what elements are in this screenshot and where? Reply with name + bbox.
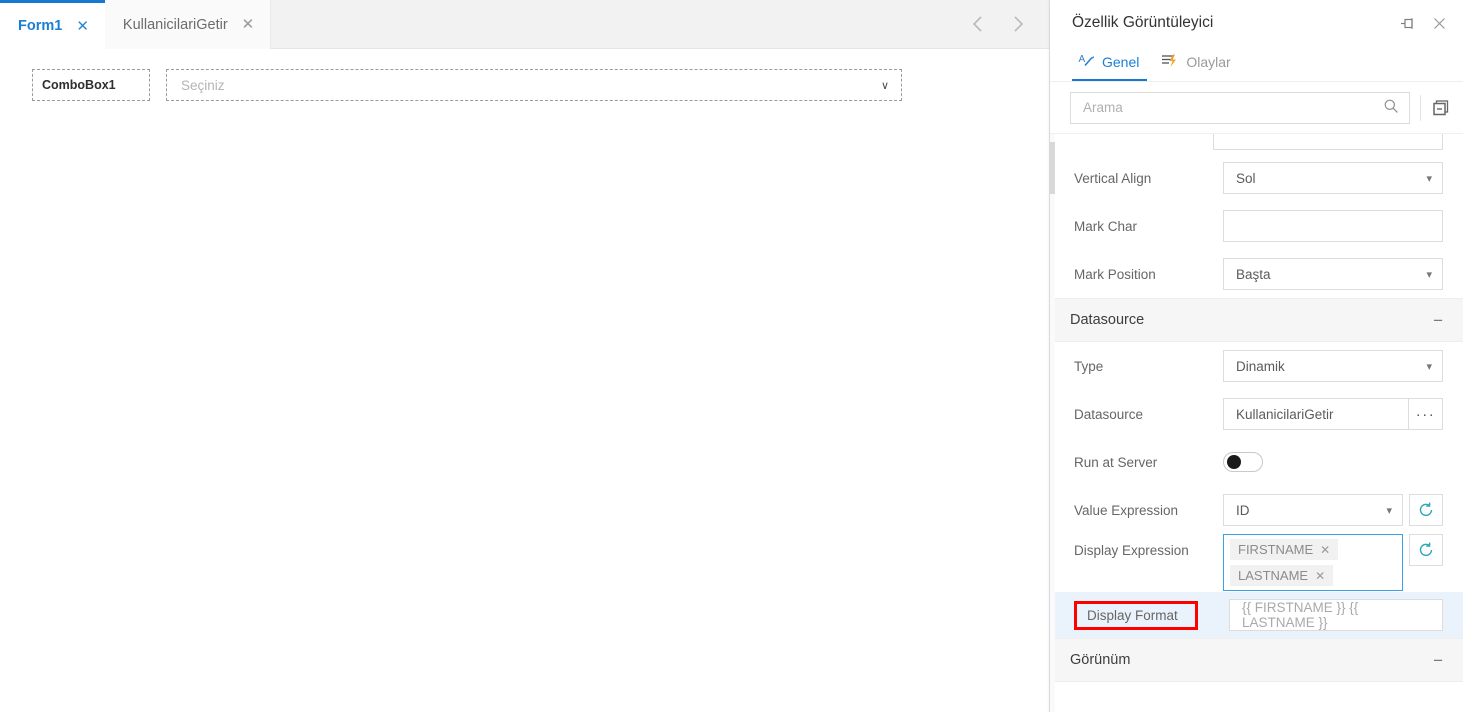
svg-text:A: A xyxy=(1079,54,1086,65)
property-select-mark-position[interactable]: Başta ▾ xyxy=(1223,258,1443,290)
panel-search-row: Arama xyxy=(1050,82,1463,134)
property-label-display-format: Display Format xyxy=(1074,600,1198,630)
search-icon xyxy=(1383,98,1399,117)
tab-genel-label: Genel xyxy=(1102,54,1140,70)
property-datasource-group: KullanicilariGetir ··· xyxy=(1223,398,1443,430)
panel-tab-strip: A Genel Olaylar xyxy=(1050,46,1463,82)
property-label-mark-position: Mark Position xyxy=(1074,266,1156,282)
combobox-label[interactable]: ComboBox1 xyxy=(32,69,150,101)
chip-firstname-label: FIRSTNAME xyxy=(1238,542,1314,557)
property-row-datasource: Datasource KullanicilariGetir ··· xyxy=(1050,390,1463,438)
section-collapse-icon[interactable]: − xyxy=(1433,312,1443,329)
chevron-down-icon: ▾ xyxy=(1426,268,1432,281)
panel-scrollbar[interactable] xyxy=(1050,134,1055,712)
close-icon[interactable] xyxy=(1429,13,1449,33)
property-row-run-at-server: Run at Server xyxy=(1050,438,1463,486)
property-input-display-format[interactable]: {{ FIRSTNAME }} {{ LASTNAME }} xyxy=(1229,599,1443,631)
property-select-value-expression[interactable]: ID ▾ xyxy=(1223,494,1403,526)
combobox-placeholder: Seçiniz xyxy=(181,77,225,93)
chip-lastname[interactable]: LASTNAME ✕ xyxy=(1230,565,1334,586)
toggle-knob xyxy=(1227,455,1241,469)
section-title-gorunum: Görünüm xyxy=(1070,652,1131,668)
properties-scroll-area: Vertical Align Sol ▾ Mark Char Mark Posi… xyxy=(1050,134,1463,712)
property-row-mark-position: Mark Position Başta ▾ xyxy=(1050,250,1463,298)
designer-area: Form1 ✕ KullanicilariGetir ✕ ComboBox1 S… xyxy=(0,0,1050,712)
property-value-display-format: {{ FIRSTNAME }} {{ LASTNAME }} xyxy=(1242,600,1359,630)
chevron-down-icon: ▾ xyxy=(1426,360,1432,373)
property-input-mark-char[interactable] xyxy=(1223,210,1443,242)
tab-kullanicilarigetir-label: KullanicilariGetir xyxy=(122,16,228,33)
chip-lastname-remove-icon[interactable]: ✕ xyxy=(1315,569,1325,583)
property-value-datasource: KullanicilariGetir xyxy=(1236,406,1334,422)
property-value-value-expression: ID xyxy=(1236,502,1250,518)
application-window: Form1 ✕ KullanicilariGetir ✕ ComboBox1 S… xyxy=(0,0,1463,712)
property-display-expression-group: FIRSTNAME ✕ LASTNAME ✕ xyxy=(1223,534,1443,591)
chevron-down-icon: ▾ xyxy=(1426,172,1432,185)
tab-form1[interactable]: Form1 ✕ xyxy=(0,0,105,49)
panel-header: Özellik Görüntüleyici xyxy=(1050,0,1463,46)
property-row-display-expression: Display Expression FIRSTNAME ✕ LASTNAME … xyxy=(1050,534,1463,592)
combobox-row: ComboBox1 Seçiniz ∨ xyxy=(32,69,1017,101)
display-expression-chip-input[interactable]: FIRSTNAME ✕ LASTNAME ✕ xyxy=(1223,534,1403,591)
property-label-vertical-align: Vertical Align xyxy=(1074,170,1152,186)
property-value-vertical-align: Sol xyxy=(1236,170,1256,186)
tab-navigation xyxy=(967,0,1049,48)
collapse-all-icon[interactable] xyxy=(1431,98,1451,118)
tab-olaylar-label: Olaylar xyxy=(1186,54,1231,70)
property-row-vertical-align: Vertical Align Sol ▾ xyxy=(1050,154,1463,202)
datasource-browse-button[interactable]: ··· xyxy=(1409,398,1443,430)
tab-strip-spacer xyxy=(271,0,967,48)
property-row-value-expression: Value Expression ID ▾ xyxy=(1050,486,1463,534)
chip-firstname-remove-icon[interactable]: ✕ xyxy=(1320,543,1330,557)
chevron-right-icon[interactable] xyxy=(1007,13,1029,35)
property-label-type: Type xyxy=(1074,358,1104,374)
pin-icon[interactable] xyxy=(1397,13,1417,33)
section-header-datasource[interactable]: Datasource − xyxy=(1050,298,1463,342)
clipped-property-field[interactable] xyxy=(1213,134,1443,150)
search-divider xyxy=(1420,94,1421,121)
property-viewer-panel: Özellik Görüntüleyici A Genel Olaylar Ar… xyxy=(1050,0,1463,712)
property-value-type: Dinamik xyxy=(1236,358,1285,374)
chevron-down-icon: ∨ xyxy=(880,79,889,92)
panel-header-icons xyxy=(1397,13,1449,33)
combobox-control[interactable]: Seçiniz ∨ xyxy=(166,69,902,101)
property-select-type[interactable]: Dinamik ▾ xyxy=(1223,350,1443,382)
tab-kullanicilarigetir-close-icon[interactable]: ✕ xyxy=(242,17,255,32)
property-label-value-expression: Value Expression xyxy=(1074,502,1179,518)
text-edit-icon: A xyxy=(1078,52,1095,72)
tab-genel[interactable]: A Genel xyxy=(1072,52,1148,81)
form-tab-strip: Form1 ✕ KullanicilariGetir ✕ xyxy=(0,0,1049,49)
section-collapse-icon-gorunum[interactable]: − xyxy=(1433,652,1443,669)
chevron-left-icon[interactable] xyxy=(967,13,989,35)
form-canvas: ComboBox1 Seçiniz ∨ xyxy=(0,49,1049,712)
tab-form1-close-icon[interactable]: ✕ xyxy=(76,19,89,34)
run-at-server-toggle[interactable] xyxy=(1223,452,1263,472)
property-value-expression-group: ID ▾ xyxy=(1223,494,1443,526)
chevron-down-icon: ▾ xyxy=(1386,504,1392,517)
section-title-datasource: Datasource xyxy=(1070,312,1145,328)
property-row-mark-char: Mark Char xyxy=(1050,202,1463,250)
value-expression-refresh-icon[interactable] xyxy=(1409,494,1443,526)
property-value-mark-position: Başta xyxy=(1236,266,1271,282)
property-label-mark-char: Mark Char xyxy=(1074,218,1138,234)
panel-scrollbar-thumb[interactable] xyxy=(1050,142,1055,194)
tab-olaylar[interactable]: Olaylar xyxy=(1155,52,1238,81)
property-label-run-at-server: Run at Server xyxy=(1074,454,1158,470)
property-row-display-format: Display Format {{ FIRSTNAME }} {{ LASTNA… xyxy=(1050,592,1463,638)
chip-firstname[interactable]: FIRSTNAME ✕ xyxy=(1230,539,1339,560)
tab-kullanicilarigetir[interactable]: KullanicilariGetir ✕ xyxy=(104,0,272,49)
events-lightning-icon xyxy=(1161,52,1179,72)
panel-title: Özellik Görüntüleyici xyxy=(1072,14,1214,31)
display-expression-refresh-icon[interactable] xyxy=(1409,534,1443,566)
search-placeholder: Arama xyxy=(1083,100,1123,115)
property-row-type: Type Dinamik ▾ xyxy=(1050,342,1463,390)
search-input[interactable]: Arama xyxy=(1070,91,1410,124)
property-label-datasource: Datasource xyxy=(1074,406,1144,422)
section-header-gorunum[interactable]: Görünüm − xyxy=(1050,638,1463,682)
property-input-datasource[interactable]: KullanicilariGetir xyxy=(1223,398,1409,430)
property-select-vertical-align[interactable]: Sol ▾ xyxy=(1223,162,1443,194)
tab-form1-label: Form1 xyxy=(18,18,63,34)
chip-lastname-label: LASTNAME xyxy=(1238,568,1309,583)
property-label-display-expression: Display Expression xyxy=(1074,543,1189,558)
